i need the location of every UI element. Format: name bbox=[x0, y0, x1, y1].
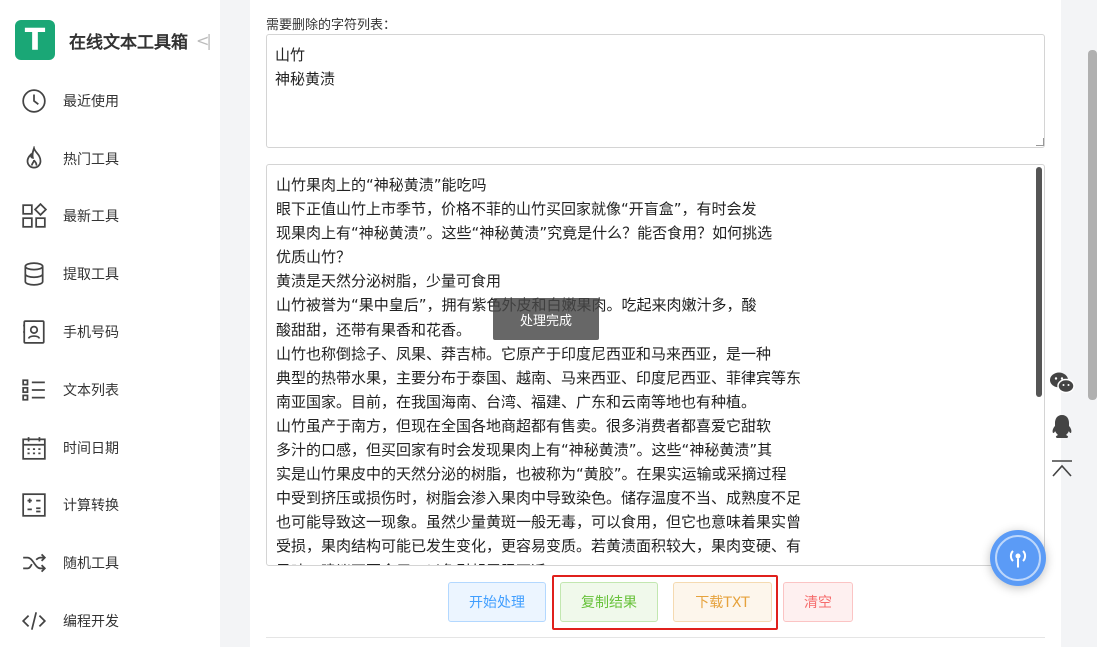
sidebar-item-label: 计算转换 bbox=[63, 498, 119, 515]
toast-message: 处理完成 bbox=[493, 298, 599, 340]
main-panel: 需要删除的字符列表： 山竹 神秘黄渍 山竹果肉上的“神秘黄渍”能吃吗眼下正值山竹… bbox=[250, 0, 1061, 647]
text-line: 优质山竹？ bbox=[276, 248, 352, 267]
sidebar-item-textlist[interactable]: 文本列表 bbox=[0, 361, 220, 419]
text-output-area[interactable]: 山竹果肉上的“神秘黄渍”能吃吗眼下正值山竹上市季节，价格不菲的山竹买回家就像“开… bbox=[266, 164, 1045, 566]
sidebar-item-random[interactable]: 随机工具 bbox=[0, 534, 220, 592]
text-line: 山竹虽产于南方，但现在全国各地商超都有售卖。很多消费者都喜爱它甜软 bbox=[276, 416, 772, 435]
divider bbox=[266, 637, 1045, 638]
resize-handle[interactable] bbox=[1036, 138, 1044, 146]
contact-card-icon bbox=[20, 318, 48, 346]
calculator-icon bbox=[20, 491, 48, 519]
text-line: 多汁的口感，但买回家有时会发现果肉上有“神秘黄渍”。这些“神秘黄渍”其 bbox=[276, 441, 773, 460]
clock-icon bbox=[20, 87, 48, 115]
sidebar-item-recent[interactable]: 最近使用 bbox=[0, 72, 220, 130]
logo: T bbox=[15, 20, 55, 60]
sidebar-item-extract[interactable]: 提取工具 bbox=[0, 245, 220, 303]
text-line: 山竹被誉为“果中皇后”，拥有紫色外皮和白嫩果肉。吃起来肉嫩汁多，酸 bbox=[276, 293, 1035, 317]
text-line: 实是山竹果皮中的天然分泌的树脂，也被称为“黄胶”。在果实运输或采摘过程 bbox=[276, 465, 787, 484]
text-line: 酸甜甜，还带有果香和花香。 bbox=[276, 320, 472, 339]
sidebar-item-label: 随机工具 bbox=[63, 556, 119, 573]
sidebar-item-datetime[interactable]: 时间日期 bbox=[0, 419, 220, 477]
sidebar-item-calc[interactable]: 计算转换 bbox=[0, 477, 220, 535]
text-line: 中受到挤压或损伤时，树脂会渗入果肉中导致染色。储存温度不当、成熟度不足 bbox=[276, 489, 802, 508]
back-to-top-icon[interactable] bbox=[1046, 456, 1078, 486]
text-line: 山竹也称倒捻子、凤果、莽吉柿。它原产于印度尼西亚和马来西亚，是一种 bbox=[276, 344, 772, 363]
text-line: 山竹果肉上的“神秘黄渍”能吃吗 bbox=[276, 176, 487, 194]
sidebar: T 在线文本工具箱 <| 最近使用 热门工具 最新工具 提取工具 手机号码 文本… bbox=[0, 0, 220, 647]
side-tools bbox=[1046, 368, 1078, 500]
text-line: 现果肉上有“神秘黄渍”。这些“神秘黄渍”究竟是什么？能否食用？如何挑选 bbox=[276, 224, 773, 243]
collapse-icon[interactable]: <| bbox=[196, 31, 212, 50]
qq-icon[interactable] bbox=[1046, 412, 1078, 442]
sidebar-nav: 最近使用 热门工具 最新工具 提取工具 手机号码 文本列表 时间日期 计算转换 … bbox=[0, 72, 220, 647]
text-line: 南亚国家。目前，在我国海南、台湾、福建、广东和云南等地也有种植。 bbox=[276, 392, 757, 411]
sidebar-item-phone[interactable]: 手机号码 bbox=[0, 303, 220, 361]
text-line: 典型的热带水果，主要分布于泰国、越南、马来西亚、印度尼西亚、菲律宾等东 bbox=[276, 368, 802, 387]
broadcast-icon bbox=[995, 535, 1041, 581]
sidebar-item-hot[interactable]: 热门工具 bbox=[0, 130, 220, 188]
sidebar-item-label: 编程开发 bbox=[63, 614, 119, 631]
float-action-button[interactable] bbox=[990, 530, 1046, 586]
wechat-icon[interactable] bbox=[1046, 368, 1078, 398]
list-icon bbox=[20, 376, 48, 404]
chars-to-remove-input[interactable]: 山竹 神秘黄渍 bbox=[266, 34, 1045, 148]
shuffle-icon bbox=[20, 549, 48, 577]
sidebar-item-label: 最新工具 bbox=[63, 209, 119, 226]
chars-label: 需要删除的字符列表： bbox=[266, 18, 397, 33]
calendar-icon bbox=[20, 434, 48, 462]
sidebar-item-dev[interactable]: 编程开发 bbox=[0, 592, 220, 647]
text-line: 黄渍是天然分泌树脂，少量可食用 bbox=[276, 272, 502, 291]
sidebar-item-label: 文本列表 bbox=[63, 382, 119, 399]
page-scrollbar[interactable] bbox=[1088, 50, 1097, 400]
sidebar-item-new[interactable]: 最新工具 bbox=[0, 188, 220, 246]
clear-button[interactable]: 清空 bbox=[783, 582, 853, 622]
textarea-scrollbar[interactable] bbox=[1036, 167, 1042, 397]
text-line: 受损，果肉结构可能已发生变化，更容易变质。若黄渍面积较大，果肉变硬、有 bbox=[276, 537, 802, 556]
sidebar-item-label: 热门工具 bbox=[63, 151, 119, 168]
brand-title: 在线文本工具箱 bbox=[69, 32, 188, 53]
sidebar-item-label: 时间日期 bbox=[63, 440, 119, 457]
sidebar-item-label: 最近使用 bbox=[63, 93, 119, 110]
database-icon bbox=[20, 260, 48, 288]
code-icon bbox=[20, 607, 48, 635]
sidebar-item-label: 手机号码 bbox=[63, 325, 119, 342]
text-line: 眼下正值山竹上市季节，价格不菲的山竹买回家就像“开盲盒”，有时会发 bbox=[276, 200, 757, 219]
highlight-box bbox=[552, 575, 778, 630]
flame-icon bbox=[20, 145, 48, 173]
start-button[interactable]: 开始处理 bbox=[448, 582, 546, 622]
brand[interactable]: T 在线文本工具箱 <| bbox=[15, 19, 212, 61]
sidebar-item-label: 提取工具 bbox=[63, 267, 119, 284]
text-line: 也可能导致这一现象。虽然少量黄斑一般无毒，可以食用，但它也意味着果实曾 bbox=[276, 513, 802, 532]
text-line: 异味，建议不要食用，以免引起胃肠不适。 bbox=[276, 559, 1035, 566]
grid-icon bbox=[20, 202, 48, 230]
